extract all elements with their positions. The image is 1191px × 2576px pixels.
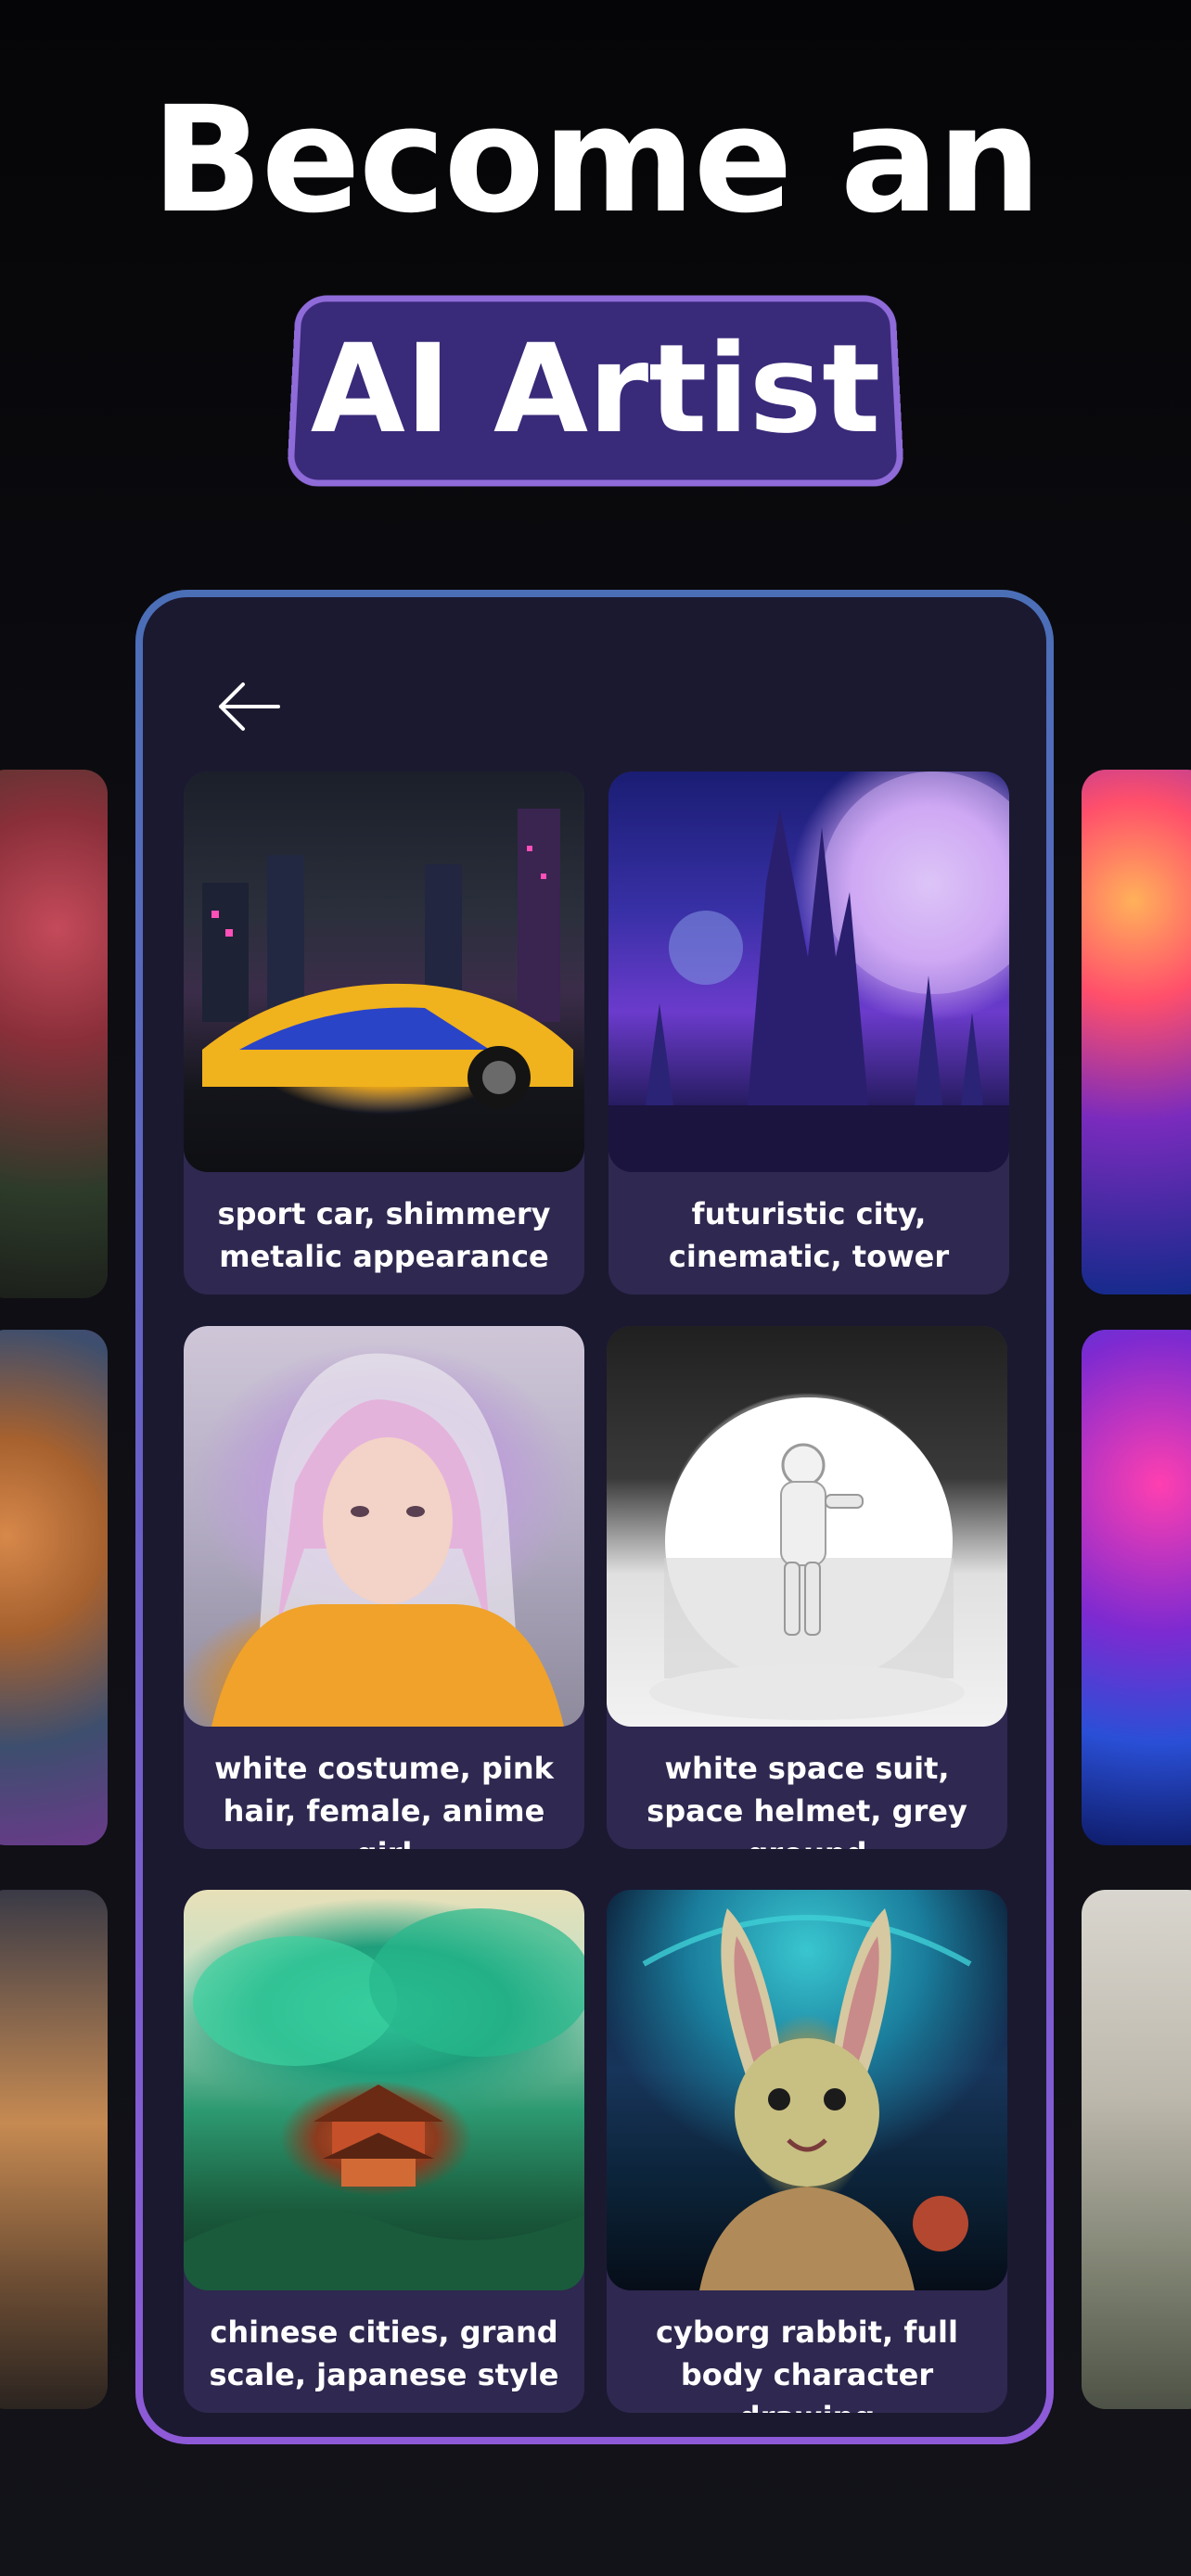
ai-artist-badge-text: AI Artist bbox=[310, 318, 881, 461]
artwork-image bbox=[184, 1890, 584, 2290]
card-caption: white costume, pink hair, female, anime … bbox=[214, 1751, 554, 1849]
arrow-left-icon[interactable] bbox=[211, 670, 286, 744]
gallery-card[interactable]: sport car, shimmery metalic appearance bbox=[184, 772, 584, 1294]
artwork-image bbox=[184, 772, 584, 1172]
headline: Become an bbox=[151, 75, 1042, 246]
artwork-image bbox=[184, 1326, 584, 1727]
gallery-card[interactable]: cyborg rabbit, full body character drawi… bbox=[607, 1890, 1007, 2413]
peek-image[interactable] bbox=[1082, 1330, 1191, 1845]
gallery-card[interactable]: futuristic city, cinematic, tower bbox=[608, 772, 1009, 1294]
artwork-image bbox=[608, 772, 1009, 1172]
artwork-image bbox=[607, 1890, 1007, 2290]
peek-image[interactable] bbox=[0, 1890, 108, 2409]
card-caption: chinese cities, grand scale, japanese st… bbox=[209, 2315, 559, 2392]
gallery-card[interactable]: white costume, pink hair, female, anime … bbox=[184, 1326, 584, 1849]
gallery-card[interactable]: white space suit, space helmet, grey gro… bbox=[607, 1326, 1007, 1849]
card-caption: futuristic city, cinematic, tower bbox=[668, 1196, 950, 1274]
peek-image[interactable] bbox=[0, 770, 108, 1298]
card-caption: cyborg rabbit, full body character drawi… bbox=[656, 2315, 958, 2413]
card-caption: sport car, shimmery metalic appearance bbox=[217, 1196, 551, 1274]
gallery-card[interactable]: chinese cities, grand scale, japanese st… bbox=[184, 1890, 584, 2413]
peek-image[interactable] bbox=[1082, 1890, 1191, 2409]
card-caption: white space suit, space helmet, grey gro… bbox=[647, 1751, 967, 1849]
peek-image[interactable] bbox=[1082, 770, 1191, 1294]
artwork-image bbox=[607, 1326, 1007, 1727]
peek-image[interactable] bbox=[0, 1330, 108, 1845]
